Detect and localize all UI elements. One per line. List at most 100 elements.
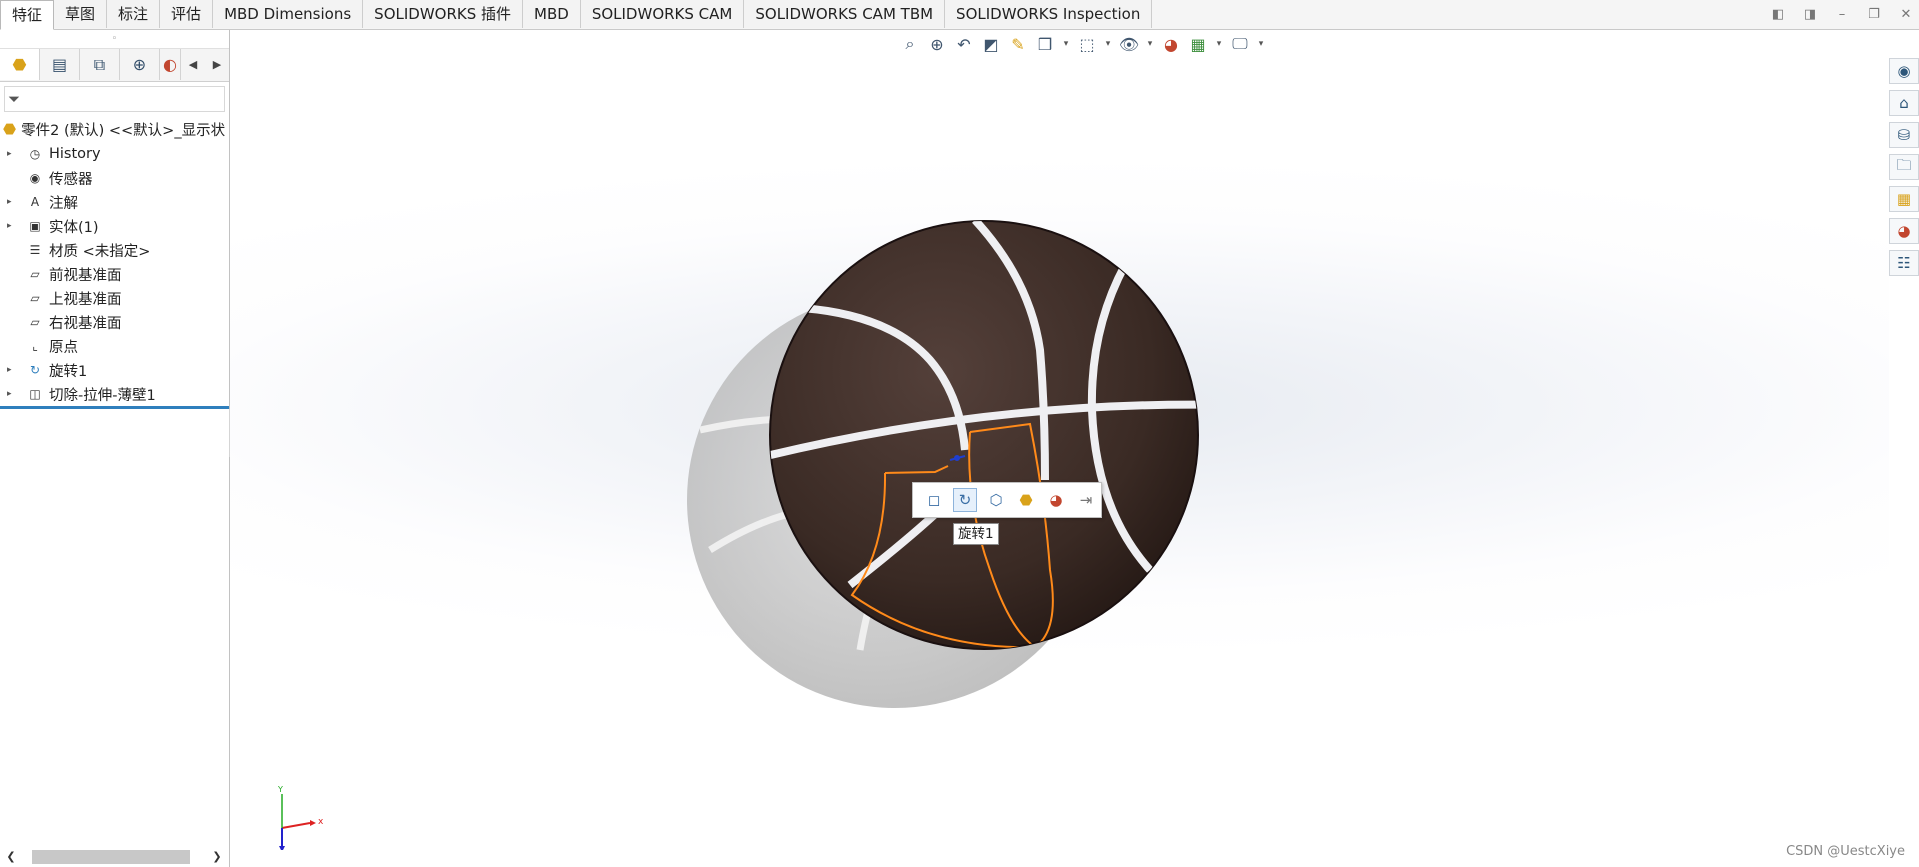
panel-grip[interactable]: ◦ (0, 30, 229, 49)
edit-feature-icon[interactable]: ⬡ (985, 489, 1007, 511)
window-controls: ◧ ◨ – ❐ ✕ (1765, 6, 1919, 24)
tab-solidworks-cam-tbm[interactable]: SOLIDWORKS CAM TBM (744, 0, 946, 28)
tree-item-label: 旋转1 (49, 363, 88, 380)
color-icon[interactable]: ◕ (1045, 489, 1067, 511)
restore-left-icon[interactable]: ◧ (1765, 6, 1791, 24)
tree-filter[interactable]: ⏷ (4, 86, 225, 112)
tab-solidworks-inspection[interactable]: SOLIDWORKS Inspection (945, 0, 1153, 28)
tree-item-material[interactable]: ☰ 材质 <未指定> (0, 238, 229, 262)
tree-root-part[interactable]: ⬣ 零件2 (默认) <<默认>_显示状 (3, 118, 227, 140)
home-icon[interactable]: ⌂ (1889, 90, 1919, 116)
command-tabs: 特征 草图 标注 评估 MBD Dimensions SOLIDWORKS 插件… (0, 0, 1153, 30)
dimxpert-manager-tab-icon[interactable]: ⊕ (120, 49, 160, 80)
basketball-body (769, 220, 1199, 650)
watermark: CSDN @UestcXiye (1786, 844, 1905, 859)
tab-mbd[interactable]: MBD (523, 0, 581, 28)
triad-x-label: x (318, 817, 324, 827)
feature-tree: ▸ ◷ History ◉ 传感器 ▸ A 注解 ▸ ▣ 实体(1) ☰ 材质 … (0, 142, 229, 409)
tree-item-right-plane[interactable]: ▱ 右视基准面 (0, 310, 229, 334)
view-palette-icon[interactable]: ▦ (1889, 186, 1919, 212)
annotation-icon: A (30, 195, 40, 209)
appearance-icon[interactable]: ⬣ (1015, 489, 1037, 511)
file-explorer-icon[interactable]: 🗀 (1889, 154, 1919, 180)
tree-item-front-plane[interactable]: ▱ 前视基准面 (0, 262, 229, 286)
tree-item-label: 注解 (49, 195, 78, 212)
tree-item-label: 前视基准面 (49, 267, 122, 284)
tab-evaluate[interactable]: 评估 (160, 0, 214, 28)
tabs-scroll-right-icon[interactable]: ▶ (205, 49, 229, 80)
expand-arrow-icon[interactable]: ▸ (7, 389, 17, 399)
plane-icon: ▱ (30, 315, 40, 329)
minimize-icon[interactable]: – (1829, 6, 1855, 24)
property-manager-tab-icon[interactable]: ▤ (40, 49, 80, 80)
restore-icon[interactable]: ❐ (1861, 6, 1887, 24)
part-icon: ⬣ (3, 120, 17, 138)
tree-item-label: 切除-拉伸-薄壁1 (49, 387, 156, 404)
sensor-icon: ◉ (29, 171, 41, 185)
expand-arrow-icon[interactable]: ▸ (7, 221, 17, 231)
revolve-icon[interactable]: ↻ (953, 488, 977, 512)
plane-icon: ▱ (30, 291, 40, 305)
scroll-thumb[interactable] (32, 850, 190, 864)
graphics-area[interactable]: ⌕ ⊕ ↶ ◩ ✎ ❒ ▾ ⬚ ▾ 👁 ▾ ◕ ▦ ▾ 🖵 ▾ x Y (230, 30, 1889, 867)
material-icon: ☰ (29, 243, 41, 257)
tab-sketch[interactable]: 草图 (54, 0, 108, 28)
origin-icon: ⌞ (32, 339, 38, 353)
tree-item-label: 原点 (49, 339, 78, 356)
design-library-icon[interactable]: ⛁ (1889, 122, 1919, 148)
scroll-left-icon[interactable]: ❮ (4, 850, 18, 863)
tab-features[interactable]: 特征 (0, 0, 55, 30)
tree-item-annotations[interactable]: ▸ A 注解 (0, 190, 229, 214)
triad-y-label: Y (277, 785, 283, 794)
task-pane-tabs: ◉ ⌂ ⛁ 🗀 ▦ ◕ ☷ (1889, 58, 1919, 276)
feature-manager-panel: ◦ ⬣ ▤ ⧉ ⊕ ◐ ◀ ▶ ⏷ ⬣ 零件2 (默认) <<默认>_显示状 ▸… (0, 30, 230, 867)
tree-item-revolve1[interactable]: ▸ ↻ 旋转1 (0, 358, 229, 382)
tabs-scroll-left-icon[interactable]: ◀ (181, 49, 205, 80)
tab-solidworks-cam[interactable]: SOLIDWORKS CAM (580, 0, 745, 28)
history-icon: ◷ (29, 147, 41, 161)
expand-arrow-icon[interactable]: ▸ (7, 149, 17, 159)
revolve-icon: ↻ (29, 363, 41, 377)
solid-bodies-icon: ▣ (29, 219, 41, 233)
pin-icon[interactable]: ⇥ (1075, 489, 1097, 511)
tree-root-label: 零件2 (默认) <<默认>_显示状 (21, 122, 226, 139)
filter-icon: ⏷ (8, 90, 21, 108)
feature-tooltip: 旋转1 (953, 523, 999, 545)
tab-solidworks-addins[interactable]: SOLIDWORKS 插件 (363, 0, 524, 28)
tab-mbd-dimensions[interactable]: MBD Dimensions (213, 0, 364, 28)
coordinate-triad: x Y (277, 785, 324, 850)
cut-extrude-icon: ◫ (29, 387, 41, 401)
command-manager-tabbar: 特征 草图 标注 评估 MBD Dimensions SOLIDWORKS 插件… (0, 0, 1919, 30)
tree-item-solid-bodies[interactable]: ▸ ▣ 实体(1) (0, 214, 229, 238)
tree-item-label: 上视基准面 (49, 291, 122, 308)
tree-item-origin[interactable]: ⌞ 原点 (0, 334, 229, 358)
panel-horizontal-scrollbar[interactable]: ❮ ❯ (4, 845, 224, 867)
appearances-icon[interactable]: ◕ (1889, 218, 1919, 244)
solidworks-resources-icon[interactable]: ◉ (1889, 58, 1919, 84)
close-icon[interactable]: ✕ (1893, 6, 1919, 24)
display-manager-tab-icon[interactable]: ◐ (160, 49, 181, 80)
tree-item-label: History (49, 146, 101, 162)
custom-properties-icon[interactable]: ☷ (1889, 250, 1919, 276)
scroll-right-icon[interactable]: ❯ (210, 850, 224, 863)
sketch-icon[interactable]: ◻ (923, 489, 945, 511)
tree-item-label: 右视基准面 (49, 315, 122, 332)
scroll-track[interactable] (18, 848, 210, 864)
feature-manager-tab-icon[interactable]: ⬣ (0, 49, 40, 80)
configuration-manager-tab-icon[interactable]: ⧉ (80, 49, 120, 80)
tree-item-label: 实体(1) (49, 219, 99, 236)
expand-arrow-icon[interactable]: ▸ (7, 365, 17, 375)
expand-arrow-icon[interactable]: ▸ (7, 197, 17, 207)
plane-icon: ▱ (30, 267, 40, 281)
tree-item-label: 传感器 (49, 171, 93, 188)
manager-tabs: ⬣ ▤ ⧉ ⊕ ◐ ◀ ▶ (0, 49, 229, 82)
tree-item-label: 材质 <未指定> (49, 243, 151, 260)
tree-item-history[interactable]: ▸ ◷ History (0, 142, 229, 166)
tab-annotation[interactable]: 标注 (107, 0, 161, 28)
context-toolbar: ◻ ↻ ⬡ ⬣ ◕ ⇥ (912, 482, 1102, 518)
restore-right-icon[interactable]: ◨ (1797, 6, 1823, 24)
tree-item-cut-extrude-thin1[interactable]: ▸ ◫ 切除-拉伸-薄壁1 (0, 382, 229, 409)
tree-item-top-plane[interactable]: ▱ 上视基准面 (0, 286, 229, 310)
tree-item-sensors[interactable]: ◉ 传感器 (0, 166, 229, 190)
model-render[interactable] (230, 30, 1889, 867)
